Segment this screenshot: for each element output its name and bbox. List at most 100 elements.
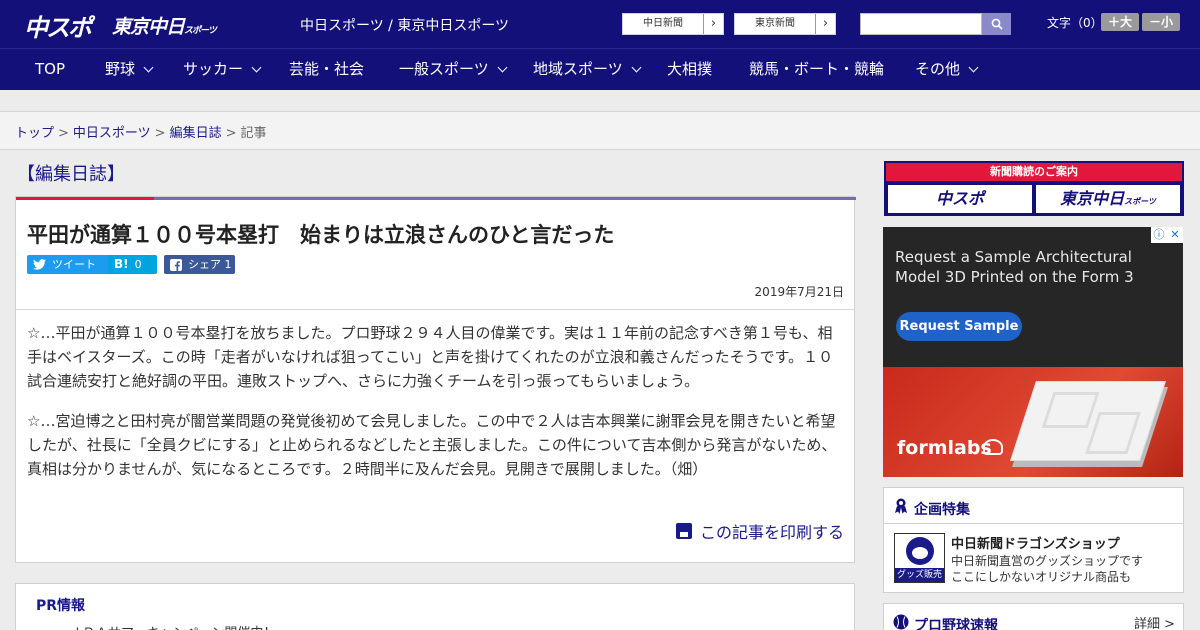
print-article-link[interactable]: この記事を印刷する bbox=[675, 519, 844, 543]
goods-sale-tag: グッズ販売中 bbox=[895, 568, 944, 582]
baseball-icon bbox=[893, 614, 909, 630]
nav-item-top[interactable]: TOP bbox=[35, 49, 65, 90]
tokyo-chunichi-logo-text: 東京中日 bbox=[112, 16, 185, 38]
nav-label: 野球 bbox=[105, 60, 136, 78]
formlabs-logo-icon bbox=[983, 439, 1003, 455]
twitter-bird-icon bbox=[33, 259, 46, 270]
site-name: 中日スポーツ / 東京中日スポーツ bbox=[300, 18, 510, 34]
nav-item-general-sports[interactable]: 一般スポーツ bbox=[399, 49, 508, 90]
tokyo-shimbun-button[interactable]: 東京新聞 › bbox=[734, 13, 836, 35]
chunichi-sports-logo[interactable]: 中スポ bbox=[24, 8, 92, 43]
pr-title: PR情報 bbox=[36, 598, 86, 614]
tokyo-shimbun-label: 東京新聞 bbox=[755, 18, 795, 29]
subscription-logo-tokyo-chunichi: 東京中日スポーツ bbox=[1036, 185, 1180, 213]
breadcrumb-top[interactable]: トップ bbox=[15, 126, 54, 141]
dragons-shop-link[interactable]: グッズ販売中 中日新聞ドラゴンズショップ 中日新聞直営のグッズショップです ここ… bbox=[884, 524, 1183, 594]
shop-description-line: 中日新聞直営のグッズショップです bbox=[951, 554, 1144, 568]
nav-label: 競馬・ボート・競輪 bbox=[749, 60, 885, 78]
advertisement[interactable]: Request a Sample Architectural Model 3D … bbox=[883, 227, 1183, 477]
subscription-banner[interactable]: 新聞購読のご案内 中スポ 東京中日スポーツ bbox=[884, 161, 1184, 216]
subscription-logo-tokyo-chunichi-text: 東京中日 bbox=[1060, 189, 1125, 208]
baseball-live-header: プロ野球速報 詳細 > bbox=[884, 604, 1183, 630]
nav-item-racing[interactable]: 競馬・ボート・競輪 bbox=[749, 49, 884, 90]
ad-info-icon[interactable]: ⓘ bbox=[1151, 227, 1167, 243]
facebook-share-button[interactable]: シェア 1 bbox=[164, 255, 235, 274]
facebook-share-label: シェア bbox=[188, 258, 221, 271]
nav-label: 地域スポーツ bbox=[533, 60, 623, 78]
shop-name: 中日新聞ドラゴンズショップ bbox=[951, 537, 1120, 552]
breadcrumb-chunichi-sports[interactable]: 中日スポーツ bbox=[73, 126, 151, 141]
nav-label: 大相撲 bbox=[667, 60, 713, 78]
nav-item-sumo[interactable]: 大相撲 bbox=[667, 49, 712, 90]
chevron-down-icon bbox=[143, 62, 154, 72]
ad-image-panel: formlabs bbox=[883, 367, 1183, 477]
nav-item-local-sports[interactable]: 地域スポーツ bbox=[533, 49, 642, 90]
subscription-logo-tokyo-chunichi-small: スポーツ bbox=[1124, 197, 1156, 206]
article-date: 2019年7月21日 bbox=[754, 285, 844, 299]
tweet-button[interactable]: ツイート bbox=[27, 255, 117, 274]
award-ribbon-icon bbox=[895, 498, 907, 514]
font-smaller-button[interactable]: －小 bbox=[1142, 13, 1180, 31]
card-top-rule-accent bbox=[16, 197, 154, 200]
site-header: 中スポ 東京中日スポーツ 中日スポーツ / 東京中日スポーツ 中日新聞 › 東京… bbox=[0, 0, 1200, 48]
breadcrumb-editorial-diary[interactable]: 編集日誌 bbox=[170, 126, 222, 141]
features-title: 企画特集 bbox=[914, 502, 970, 518]
print-article-label: この記事を印刷する bbox=[699, 523, 844, 542]
shop-description-line: ここにしかないオリジナル商品も bbox=[951, 570, 1132, 584]
search-icon bbox=[991, 18, 1003, 30]
chevron-down-icon bbox=[631, 62, 642, 72]
tweet-label: ツイート bbox=[52, 258, 96, 271]
chunichi-shimbun-label: 中日新聞 bbox=[643, 18, 683, 29]
mascot-face-icon bbox=[906, 537, 934, 565]
ad-choices-badge[interactable]: ⓘ ✕ bbox=[1151, 227, 1183, 243]
nav-label: 一般スポーツ bbox=[399, 60, 489, 78]
chevron-down-icon bbox=[968, 62, 979, 72]
breadcrumb-separator: > bbox=[154, 126, 166, 141]
facebook-icon bbox=[170, 258, 182, 271]
article-paragraph: ☆…平田が通算１００号本塁打を放ちました。プロ野球２９４人目の偉業です。実は１１… bbox=[27, 324, 834, 390]
nav-item-other[interactable]: その他 bbox=[915, 49, 979, 90]
hatena-count: 0 bbox=[134, 258, 142, 271]
pr-item-link[interactable]: ・ＪＲＡサマーキャンペーン開催中！ bbox=[56, 622, 276, 630]
card-divider bbox=[16, 309, 854, 310]
hatena-bookmark-button[interactable]: B! 0 bbox=[108, 255, 157, 274]
facebook-share-count: 1 bbox=[224, 258, 232, 271]
features-header: 企画特集 bbox=[884, 488, 1183, 524]
article-title: 平田が通算１００号本塁打 始まりは立浪さんのひと言だった bbox=[27, 223, 615, 247]
hatena-icon: B! bbox=[114, 257, 129, 271]
nav-item-soccer[interactable]: サッカー bbox=[183, 49, 262, 90]
main-nav: TOP 野球 サッカー 芸能・社会 一般スポーツ 地域スポーツ 大相撲 競馬・ボ… bbox=[0, 48, 1200, 90]
search-input[interactable] bbox=[860, 13, 982, 35]
features-card: 企画特集 グッズ販売中 中日新聞ドラゴンズショップ 中日新聞直営のグッズショップ… bbox=[883, 487, 1184, 593]
ad-spacer-band bbox=[0, 90, 1200, 112]
ad-close-icon[interactable]: ✕ bbox=[1167, 227, 1183, 243]
chunichi-shimbun-button[interactable]: 中日新聞 › bbox=[622, 13, 724, 35]
breadcrumb-separator: > bbox=[58, 126, 69, 141]
ad-request-sample-button[interactable]: Request Sample bbox=[896, 312, 1022, 341]
dragons-shop-thumbnail: グッズ販売中 bbox=[894, 533, 945, 583]
tokyo-chunichi-logo[interactable]: 東京中日スポーツ bbox=[112, 12, 217, 39]
nav-label: TOP bbox=[35, 60, 66, 78]
nav-item-entertainment[interactable]: 芸能・社会 bbox=[289, 49, 364, 90]
ad-brand-logo: formlabs bbox=[897, 437, 992, 459]
baseball-detail-link[interactable]: 詳細 > bbox=[1134, 613, 1175, 630]
tokyo-chunichi-logo-small: スポーツ bbox=[184, 26, 217, 36]
ad-headline: Request a Sample Architectural Model 3D … bbox=[895, 248, 1134, 286]
breadcrumb: トップ > 中日スポーツ > 編集日誌 > 記事 bbox=[15, 122, 267, 141]
search-button[interactable] bbox=[982, 13, 1011, 35]
ad-top-panel: Request a Sample Architectural Model 3D … bbox=[883, 227, 1183, 367]
article-card: 平田が通算１００号本塁打 始まりは立浪さんのひと言だった ツイート B! 0 シ… bbox=[15, 196, 856, 563]
subscription-header: 新聞購読のご案内 bbox=[886, 163, 1182, 181]
font-larger-button[interactable]: ＋大 bbox=[1101, 13, 1139, 31]
printer-icon bbox=[675, 523, 692, 539]
breadcrumb-current: 記事 bbox=[240, 126, 267, 141]
ad-3d-model-image bbox=[1010, 381, 1166, 461]
chevron-right-icon: › bbox=[703, 14, 723, 34]
nav-label: 芸能・社会 bbox=[289, 60, 365, 78]
nav-label: その他 bbox=[915, 60, 961, 78]
font-size-label: 文字（0） bbox=[1047, 16, 1103, 30]
nav-label: サッカー bbox=[183, 60, 244, 78]
nav-item-baseball[interactable]: 野球 bbox=[105, 49, 154, 90]
article-paragraph: ☆…宮迫博之と田村亮が闇営業問題の発覚後初めて会見しました。この中で２人は吉本興… bbox=[27, 412, 837, 478]
breadcrumb-separator: > bbox=[225, 126, 237, 141]
